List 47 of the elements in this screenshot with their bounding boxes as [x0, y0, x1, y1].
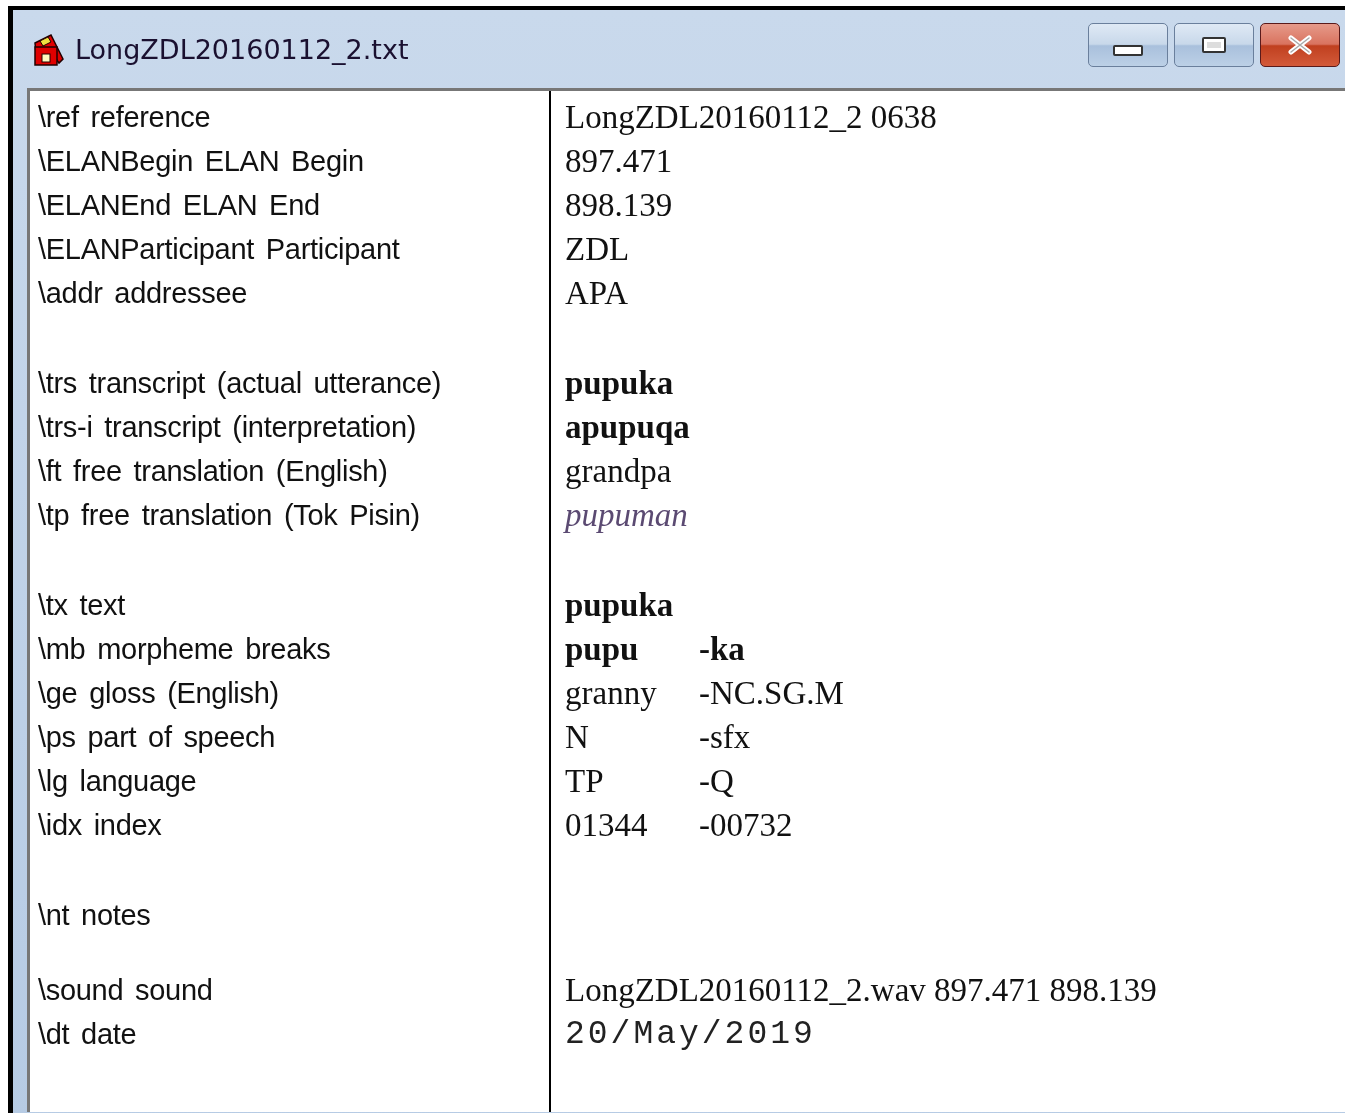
field-value: pupu [565, 630, 640, 668]
field-label: \sound sound [37, 973, 214, 1007]
field-value: pupuka [565, 364, 674, 402]
maximize-icon [1202, 37, 1226, 53]
field-value: grandpa [565, 452, 672, 490]
field-value: 898.139 [565, 186, 673, 224]
field-label: \ref reference [37, 100, 212, 134]
field-value: granny [565, 674, 658, 712]
field-value: 01344 [565, 806, 649, 844]
field-value: LongZDL20160112_2 0638 [565, 98, 937, 136]
field-label: \trs-i transcript (interpretation) [37, 410, 418, 444]
field-label: \ELANParticipant Participant [37, 232, 401, 266]
field-value: -sfx [699, 718, 751, 756]
minimize-icon [1113, 44, 1143, 56]
close-icon [1285, 35, 1315, 55]
field-label: \ELANBegin ELAN Begin [37, 144, 365, 178]
field-value: -ka [699, 630, 745, 668]
maximize-button[interactable] [1174, 23, 1254, 67]
field-label: \tp free translation (Tok Pisin) [37, 498, 421, 532]
field-value: ZDL [565, 230, 630, 268]
field-label: \nt notes [37, 898, 152, 932]
field-value: 897.471 [565, 142, 673, 180]
field-label: \tx text [37, 588, 126, 622]
field-value: -00732 [699, 806, 793, 844]
field-value: TP [565, 762, 605, 800]
field-label: \dt date [37, 1017, 138, 1051]
field-value: N [565, 718, 590, 756]
field-label: \addr addressee [37, 276, 249, 310]
close-button[interactable] [1260, 23, 1340, 67]
field-value: pupuman [565, 496, 688, 534]
field-label: \ge gloss (English) [37, 676, 280, 710]
field-label: \ft free translation (English) [37, 454, 389, 488]
field-value: pupuka [565, 586, 674, 624]
field-value: -NC.SG.M [699, 674, 844, 712]
field-label: \ELANEnd ELAN End [37, 188, 321, 222]
field-label: \ps part of speech [37, 720, 277, 754]
field-label: \trs transcript (actual utterance) [37, 366, 443, 400]
field-value: -Q [699, 762, 734, 800]
field-label: \mb morpheme breaks [37, 632, 332, 666]
field-value: LongZDL20160112_2.wav 897.471 898.139 [565, 971, 1157, 1009]
field-value: 20/May/2019 [565, 1015, 816, 1053]
field-value: APA [565, 274, 628, 312]
minimize-button[interactable] [1088, 23, 1168, 67]
window-title: LongZDL20160112_2.txt [75, 33, 409, 65]
field-label: \lg language [37, 764, 198, 798]
field-label: \idx index [37, 808, 163, 842]
field-value: apupuqa [565, 408, 690, 446]
